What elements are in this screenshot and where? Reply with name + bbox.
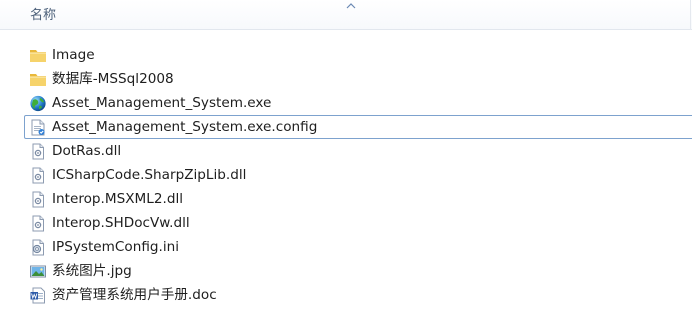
file-row[interactable]: DotRas.dll [0, 139, 692, 163]
file-name: Asset_Management_System.exe.config [52, 119, 318, 135]
file-name: 数据库-MSSql2008 [52, 71, 174, 87]
file-name: 资产管理系统用户手册.doc [52, 287, 217, 303]
file-name: Image [52, 47, 95, 63]
file-list: Image 数据库-MSSql2008 Asset_Management_Syste… [0, 43, 692, 307]
dll-file-icon [29, 215, 47, 232]
file-name: ICSharpCode.SharpZipLib.dll [52, 167, 247, 183]
file-row[interactable]: 系统图片.jpg [0, 259, 692, 283]
ini-file-icon [29, 239, 47, 256]
file-row[interactable]: Interop.SHDocVw.dll [0, 211, 692, 235]
column-divider[interactable] [690, 0, 691, 30]
file-name: 系统图片.jpg [52, 263, 132, 279]
image-file-icon [29, 263, 47, 280]
word-doc-icon [29, 287, 47, 304]
sort-ascending-icon [346, 3, 356, 9]
globe-app-icon [29, 95, 47, 112]
file-name: DotRas.dll [52, 143, 122, 159]
file-row[interactable]: Interop.MSXML2.dll [0, 187, 692, 211]
file-name: Asset_Management_System.exe [52, 95, 272, 111]
file-row[interactable]: ICSharpCode.SharpZipLib.dll [0, 163, 692, 187]
folder-row[interactable]: 数据库-MSSql2008 [0, 67, 692, 91]
file-row[interactable]: Asset_Management_System.exe [0, 91, 692, 115]
dll-file-icon [29, 191, 47, 208]
dll-file-icon [29, 143, 47, 160]
file-row[interactable]: 资产管理系统用户手册.doc [0, 283, 692, 307]
column-header[interactable]: 名称 [0, 0, 692, 30]
folder-icon [29, 71, 47, 88]
file-row[interactable]: Asset_Management_System.exe.config [0, 115, 692, 139]
folder-row[interactable]: Image [0, 43, 692, 67]
name-column-header[interactable]: 名称 [30, 8, 56, 24]
file-row[interactable]: IPSystemConfig.ini [0, 235, 692, 259]
file-name: Interop.MSXML2.dll [52, 191, 183, 207]
file-name: Interop.SHDocVw.dll [52, 215, 190, 231]
file-name: IPSystemConfig.ini [52, 239, 180, 255]
config-file-icon [29, 119, 47, 136]
file-list-pane: 名称 Image 数据库-MSSql2008 Asset_Management_Sy… [0, 0, 692, 320]
dll-file-icon [29, 167, 47, 184]
folder-icon [29, 47, 47, 64]
